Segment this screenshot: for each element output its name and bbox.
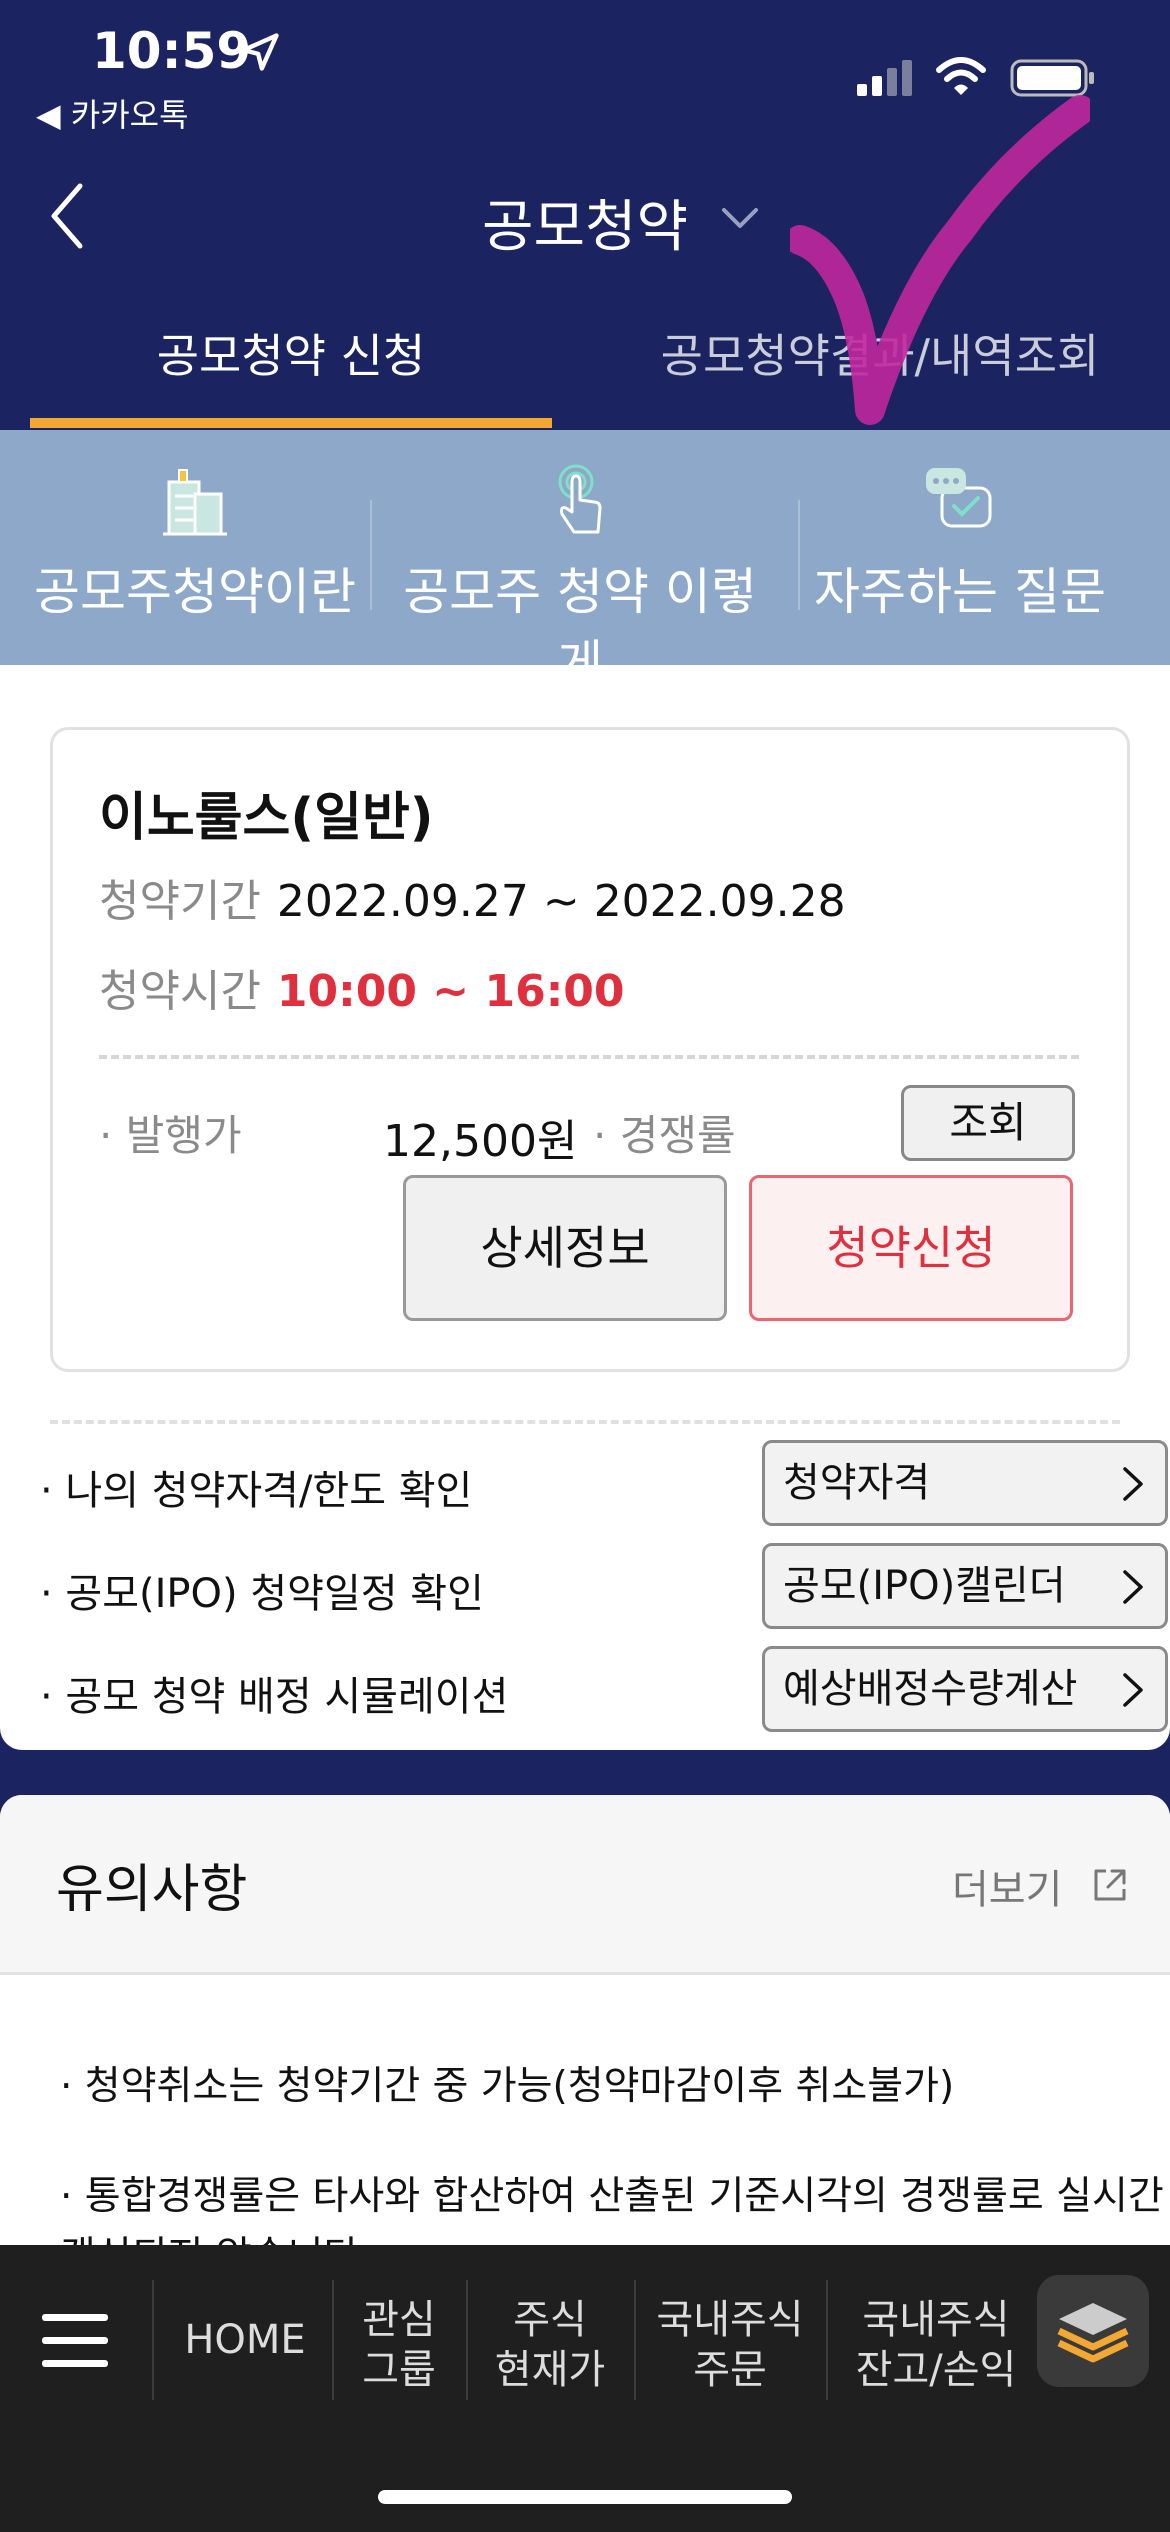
location-arrow-icon (241, 33, 279, 71)
chevron-right-icon (1123, 1570, 1143, 1604)
competition-label: · 경쟁률 (593, 1111, 736, 1160)
external-link-icon[interactable] (1090, 1865, 1130, 1905)
quick-menu-divider (370, 500, 372, 610)
link-row-eligibility: · 나의 청약자격/한도 확인 청약자격 (40, 1440, 1168, 1526)
chevron-right-icon (1123, 1467, 1143, 1501)
nav-domestic-order[interactable]: 국내주식 주문 (640, 2295, 820, 2395)
status-time: 10:59 (92, 22, 252, 80)
period-value: 2022.09.27 ~ 2022.09.28 (276, 876, 846, 927)
link-row-text: · 공모(IPO) 청약일정 확인 (40, 1571, 484, 1617)
notice-header: 유의사항 더보기 (0, 1795, 1170, 1975)
time-label: 청약시간 (99, 966, 261, 1017)
quick-item-faq[interactable]: 자주하는 질문 (770, 430, 1150, 665)
main-panel: 이노룰스(일반) 청약기간 2022.09.27 ~ 2022.09.28 청약시… (0, 665, 1170, 1750)
period-label: 청약기간 (99, 876, 261, 927)
active-tab-indicator (30, 418, 552, 428)
apply-button[interactable]: 청약신청 (749, 1175, 1073, 1321)
dashed-divider (99, 1055, 1079, 1059)
link-row-ipo-calendar: · 공모(IPO) 청약일정 확인 공모(IPO)캘린더 (40, 1543, 1168, 1629)
more-link[interactable]: 더보기 (952, 1857, 1062, 1915)
ipo-calendar-button[interactable]: 공모(IPO)캘린더 (762, 1543, 1168, 1629)
touch-icon (558, 464, 602, 534)
quick-item-label: 자주하는 질문 (814, 563, 1106, 621)
issue-price-label: · 발행가 (99, 1111, 242, 1160)
nav-divider (332, 2280, 334, 2400)
dashed-divider (50, 1420, 1120, 1424)
time-row: 청약시간 10:00 ~ 16:00 (99, 955, 625, 1019)
nav-home[interactable]: HOME (160, 2315, 330, 2365)
nav-stock-price[interactable]: 주식 현재가 (470, 2295, 630, 2395)
nav-divider (152, 2280, 154, 2400)
chevron-right-icon (1123, 1673, 1143, 1707)
detail-button[interactable]: 상세정보 (403, 1175, 727, 1321)
building-icon (163, 469, 227, 536)
quick-item-label: 공모주청약이란 (34, 563, 356, 621)
notice-item: · 청약취소는 청약기간 중 가능(청약마감이후 취소불가) (60, 2064, 955, 2109)
tab-ipo-apply[interactable]: 공모청약 신청 (30, 320, 552, 386)
allocation-calc-button[interactable]: 예상배정수량계산 (762, 1646, 1168, 1732)
chevron-down-icon[interactable] (718, 200, 762, 236)
home-indicator (378, 2490, 792, 2504)
link-row-allocation-sim: · 공모 청약 배정 시뮬레이션 예상배정수량계산 (40, 1646, 1168, 1732)
layer-menu-button[interactable] (1037, 2275, 1149, 2387)
eligibility-button-label: 청약자격 (783, 1460, 931, 1506)
eligibility-button[interactable]: 청약자격 (762, 1440, 1168, 1526)
notice-title: 유의사항 (56, 1860, 248, 1920)
nav-domestic-balance[interactable]: 국내주식 잔고/손익 (836, 2295, 1036, 2395)
checkmark-icon (790, 95, 1090, 425)
notice-section: 유의사항 더보기 · 청약취소는 청약기간 중 가능(청약마감이후 취소불가) … (0, 1795, 1170, 2245)
quick-item-ipo-intro[interactable]: 공모주청약이란 (5, 430, 385, 665)
link-row-text: · 나의 청약자격/한도 확인 (40, 1468, 473, 1514)
bottom-nav: HOME 관심 그룹 주식 현재가 국내주식 주문 국내주식 잔고/손익 (0, 2245, 1170, 2532)
query-button[interactable]: 조회 (901, 1085, 1075, 1161)
layers-icon (1057, 2303, 1129, 2363)
nav-divider (826, 2280, 828, 2400)
chat-check-icon (926, 468, 992, 528)
hamburger-menu-icon[interactable] (42, 2310, 108, 2370)
nav-divider (466, 2280, 468, 2400)
period-row: 청약기간 2022.09.27 ~ 2022.09.28 (99, 865, 846, 929)
notice-item: · 통합경쟁률은 타사와 합산하여 산출된 기준시각의 경쟁률로 실시간 (60, 2174, 1164, 2219)
back-to-app-link[interactable]: ◀ 카카오톡 (36, 90, 189, 136)
quick-menu: 공모주청약이란 공모주 청약 이렇게 자주하는 질문 (0, 430, 1170, 693)
issue-price-value: 12,500원 (383, 1116, 578, 1167)
link-row-text: · 공모 청약 배정 시뮬레이션 (40, 1674, 509, 1720)
time-value: 10:00 ~ 16:00 (276, 966, 625, 1017)
notice-item: 갱신되지 않습니다. (60, 2225, 372, 2245)
quick-item-how-to[interactable]: 공모주 청약 이렇게 (390, 430, 770, 693)
ipo-name: 이노룰스(일반) (99, 788, 434, 848)
ipo-calendar-button-label: 공모(IPO)캘린더 (783, 1563, 1066, 1609)
nav-watch-group[interactable]: 관심 그룹 (336, 2295, 462, 2395)
ipo-card: 이노룰스(일반) 청약기간 2022.09.27 ~ 2022.09.28 청약시… (50, 727, 1130, 1372)
allocation-calc-button-label: 예상배정수량계산 (783, 1666, 1078, 1712)
nav-divider (634, 2280, 636, 2400)
